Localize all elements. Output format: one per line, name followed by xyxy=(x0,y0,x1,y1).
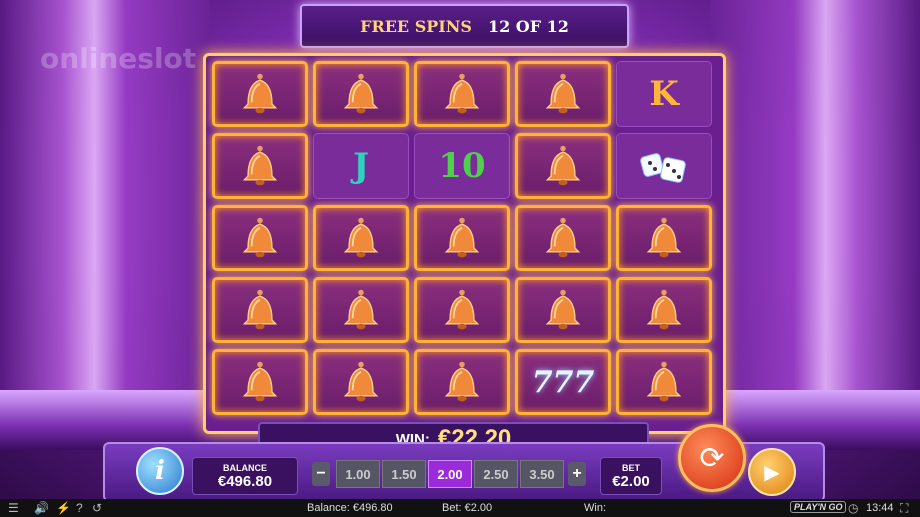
brand-logo: PLAY'N GO xyxy=(790,501,847,513)
bet-option[interactable]: 3.50 xyxy=(520,460,564,488)
reel-cell xyxy=(212,349,308,415)
fullscreen-icon[interactable]: ⛶ xyxy=(900,501,908,516)
bell-icon xyxy=(242,217,278,258)
reel-cell xyxy=(616,277,712,343)
reel-grid: K J 10 777 xyxy=(203,53,726,434)
reel-cell xyxy=(414,61,510,127)
history-icon[interactable]: ↺ xyxy=(92,501,102,515)
bet-option[interactable]: 1.50 xyxy=(382,460,426,488)
symbol-10: 10 xyxy=(438,146,486,186)
reel-cell xyxy=(515,133,611,199)
bet-option[interactable]: 2.00 xyxy=(428,460,472,488)
bell-icon xyxy=(343,73,379,114)
reel-cell: K xyxy=(616,61,712,127)
reel-cell xyxy=(212,133,308,199)
bell-icon xyxy=(343,289,379,330)
bet-label: BET xyxy=(622,462,640,473)
reel-cell xyxy=(313,277,409,343)
status-bet: Bet: €2.00 xyxy=(442,502,493,514)
bell-icon xyxy=(242,361,278,402)
bell-icon xyxy=(343,361,379,402)
autoplay-icon: ▶ xyxy=(764,461,780,484)
reel-cell xyxy=(414,205,510,271)
bet-option[interactable]: 1.00 xyxy=(336,460,380,488)
reel-cell xyxy=(515,61,611,127)
help-icon[interactable]: ? xyxy=(76,501,83,515)
turbo-icon[interactable]: ⚡ xyxy=(56,501,71,515)
bell-icon xyxy=(545,145,581,186)
spin-button[interactable]: ⟳ xyxy=(678,424,746,492)
reel-cell xyxy=(414,277,510,343)
bet-increase-button[interactable]: + xyxy=(568,462,586,486)
reel-cell: 10 xyxy=(414,133,510,199)
reel-cell xyxy=(616,349,712,415)
bell-icon xyxy=(242,145,278,186)
reel-cell xyxy=(212,277,308,343)
reel-cell xyxy=(616,205,712,271)
reel-cell xyxy=(212,61,308,127)
status-bar: ☰ 🔊 ⚡ ? ↺ Balance: €496.80 Bet: €2.00 Wi… xyxy=(0,499,920,517)
menu-icon[interactable]: ☰ xyxy=(8,501,19,515)
balance-display: BALANCE €496.80 xyxy=(192,457,298,495)
free-spins-count: 12 OF 12 xyxy=(487,16,569,36)
reel-cell xyxy=(515,277,611,343)
right-curtain xyxy=(710,0,920,420)
info-icon: i xyxy=(155,456,165,486)
watermark: onlineslot xyxy=(40,42,197,75)
status-time: 13:44 xyxy=(866,502,894,514)
reel-cell: J xyxy=(313,133,409,199)
bell-icon xyxy=(646,361,682,402)
bet-value: €2.00 xyxy=(612,472,650,490)
bell-icon xyxy=(242,73,278,114)
bell-icon xyxy=(545,217,581,258)
clock-icon: ◷ xyxy=(848,501,859,515)
info-button[interactable]: i xyxy=(136,447,184,495)
bell-icon xyxy=(343,217,379,258)
balance-label: BALANCE xyxy=(223,462,267,473)
bell-icon xyxy=(444,289,480,330)
bet-display: BET €2.00 xyxy=(600,457,662,495)
status-win: Win: xyxy=(584,502,606,514)
bell-icon xyxy=(444,361,480,402)
free-spins-label: FREE SPINS xyxy=(360,16,472,36)
reel-cell xyxy=(515,205,611,271)
bet-option[interactable]: 2.50 xyxy=(474,460,518,488)
bell-icon xyxy=(646,217,682,258)
minus-icon: − xyxy=(316,465,326,482)
reel-cell xyxy=(414,349,510,415)
reel-cell xyxy=(313,61,409,127)
plus-icon: + xyxy=(572,465,582,482)
status-balance: Balance: €496.80 xyxy=(307,502,393,514)
symbol-777: 777 xyxy=(531,364,595,400)
reel-cell xyxy=(616,133,712,199)
bell-icon xyxy=(444,73,480,114)
dice-icon xyxy=(640,153,686,183)
balance-value: €496.80 xyxy=(217,472,273,490)
reel-cell xyxy=(313,205,409,271)
symbol-K: K xyxy=(649,74,679,114)
bell-icon xyxy=(545,289,581,330)
bell-icon xyxy=(545,73,581,114)
free-spins-banner: FREE SPINS 12 OF 12 xyxy=(300,4,629,48)
reel-cell: 777 xyxy=(515,349,611,415)
bell-icon xyxy=(646,289,682,330)
reel-cell xyxy=(212,205,308,271)
bell-icon xyxy=(242,289,278,330)
reel-cell xyxy=(313,349,409,415)
autoplay-button[interactable]: ▶ xyxy=(748,448,796,496)
sound-icon[interactable]: 🔊 xyxy=(34,501,49,515)
bet-decrease-button[interactable]: − xyxy=(312,462,330,486)
symbol-J: J xyxy=(352,146,370,186)
bell-icon xyxy=(444,217,480,258)
spin-icon: ⟳ xyxy=(699,441,725,475)
